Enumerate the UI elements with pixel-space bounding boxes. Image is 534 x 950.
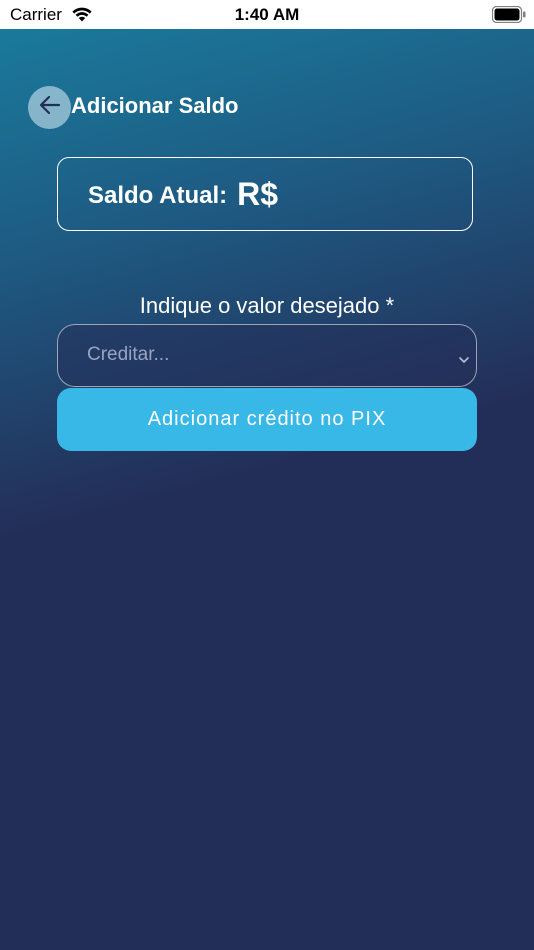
balance-value: R$ (237, 175, 279, 212)
amount-select[interactable]: Creditar... (57, 324, 477, 387)
amount-select-placeholder: Creditar... (87, 344, 170, 365)
amount-field-label: Indique o valor desejado * (139, 293, 395, 318)
status-bar: Carrier 1:40 AM (0, 0, 534, 29)
balance-label: Saldo Atual: (88, 182, 228, 209)
chevron-down-icon (458, 351, 470, 369)
app-screen: Adicionar Saldo Saldo Atual: R$ Indique … (0, 29, 534, 950)
back-button[interactable] (28, 86, 71, 129)
battery-icon (491, 5, 526, 28)
balance-card: Saldo Atual: R$ (57, 157, 473, 231)
clock: 1:40 AM (234, 5, 300, 24)
arrow-left-icon (38, 94, 62, 121)
add-pix-credit-button[interactable]: Adicionar crédito no PIX (57, 388, 477, 451)
page-title: Adicionar Saldo (71, 93, 239, 118)
